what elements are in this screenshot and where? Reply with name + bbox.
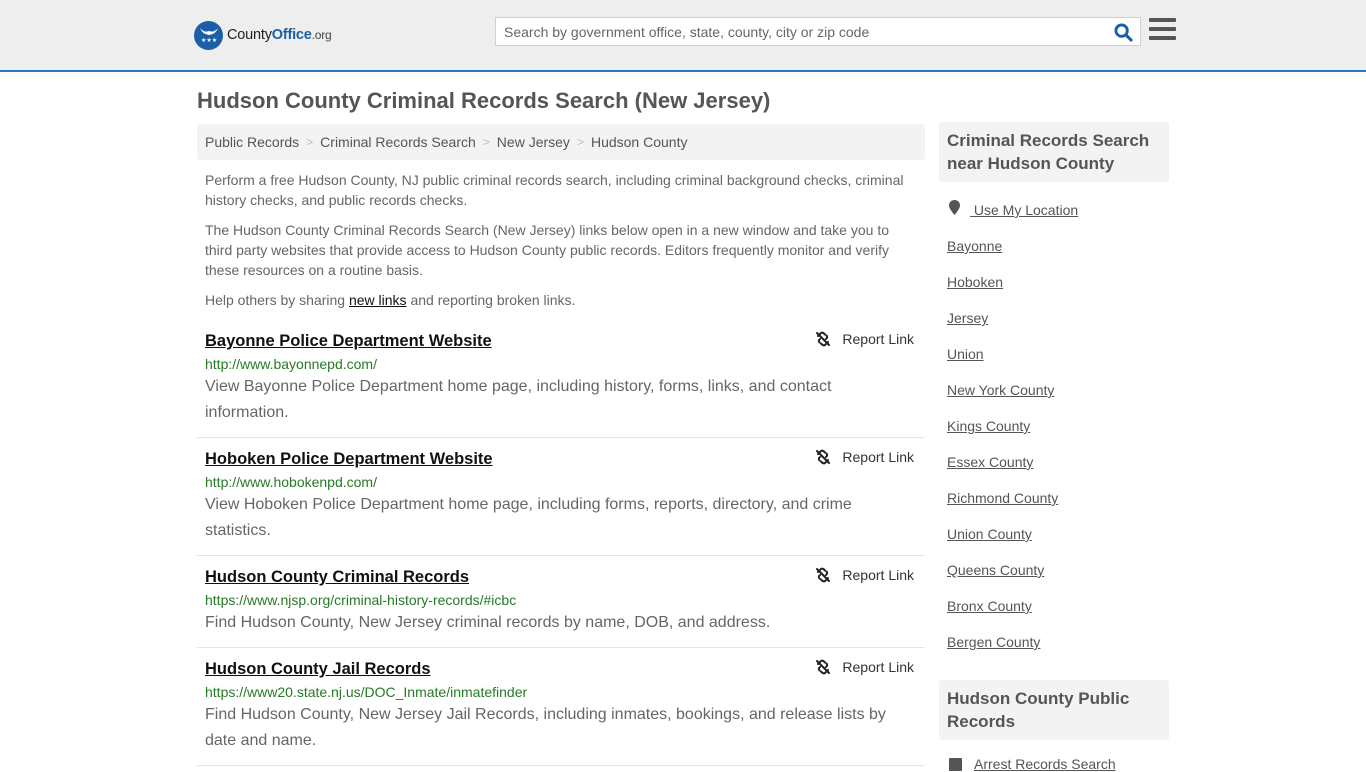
hamburger-menu-icon[interactable] — [1149, 18, 1176, 42]
intro-paragraph-1: Perform a free Hudson County, NJ public … — [205, 172, 904, 208]
nearby-link-hoboken[interactable]: Hoboken — [947, 272, 1167, 292]
broken-link-icon — [816, 449, 831, 465]
breadcrumb: Public Records > Criminal Records Search… — [197, 124, 925, 160]
breadcrumb-separator-icon: > — [482, 135, 490, 149]
site-logo[interactable]: ★★★ CountyOffice.org — [194, 20, 332, 50]
result-title-link[interactable]: Hudson County Criminal Records — [205, 566, 469, 588]
breadcrumb-new-jersey[interactable]: New Jersey — [497, 134, 570, 150]
broken-link-icon — [816, 331, 831, 347]
search-box — [495, 17, 1141, 46]
result-description: Find Hudson County, New Jersey criminal … — [205, 614, 771, 631]
report-link-button[interactable]: Report Link — [815, 331, 914, 347]
intro-paragraph-3: Help others by sharing new links and rep… — [205, 292, 576, 308]
result-item: Hoboken Police Department Website Report… — [197, 438, 925, 556]
results-list: Bayonne Police Department Website Report… — [197, 320, 925, 766]
result-description: View Bayonne Police Department home page… — [205, 378, 832, 421]
broken-link-icon — [816, 567, 831, 583]
result-description: View Hoboken Police Department home page… — [205, 496, 852, 539]
breadcrumb-hudson-county[interactable]: Hudson County — [591, 134, 688, 150]
report-link-button[interactable]: Report Link — [815, 567, 914, 583]
result-url[interactable]: https://www20.state.nj.us/DOC_Inmate/inm… — [205, 682, 917, 702]
nearby-link-bayonne[interactable]: Bayonne — [947, 236, 1167, 256]
result-url[interactable]: http://www.hobokenpd.com/ — [205, 472, 917, 492]
top-header: ★★★ CountyOffice.org — [0, 0, 1366, 72]
result-title-link[interactable]: Hoboken Police Department Website — [205, 448, 493, 470]
intro-text: Perform a free Hudson County, NJ public … — [205, 170, 917, 320]
nearby-link-kings-county[interactable]: Kings County — [947, 416, 1167, 436]
arrest-records-search-link[interactable]: Arrest Records Search — [947, 756, 1167, 772]
breadcrumb-public-records[interactable]: Public Records — [205, 134, 299, 150]
result-description: Find Hudson County, New Jersey Jail Reco… — [205, 706, 886, 749]
search-icon — [1113, 22, 1133, 42]
breadcrumb-separator-icon: > — [306, 135, 314, 149]
use-my-location-link[interactable]: Use My Location — [947, 200, 1167, 220]
report-link-button[interactable]: Report Link — [815, 449, 914, 465]
result-title-link[interactable]: Hudson County Jail Records — [205, 658, 431, 680]
result-item: Hudson County Jail Records Report Link h… — [197, 648, 925, 766]
svg-text:★★★: ★★★ — [201, 37, 217, 44]
nearby-link-union-county[interactable]: Union County — [947, 524, 1167, 544]
nearby-link-new-york-county[interactable]: New York County — [947, 380, 1167, 400]
nearby-link-essex-county[interactable]: Essex County — [947, 452, 1167, 472]
search-button[interactable] — [1112, 21, 1134, 43]
intro-paragraph-2: The Hudson County Criminal Records Searc… — [205, 222, 889, 278]
nearby-link-bergen-county[interactable]: Bergen County — [947, 632, 1167, 652]
new-links-link[interactable]: new links — [349, 292, 407, 308]
page-title: Hudson County Criminal Records Search (N… — [197, 88, 771, 113]
nearby-list: Use My Location Bayonne Hoboken Jersey U… — [947, 200, 1167, 668]
nearby-link-queens-county[interactable]: Queens County — [947, 560, 1167, 580]
public-records-heading: Hudson County Public Records — [939, 680, 1169, 740]
search-input[interactable] — [496, 18, 1106, 45]
result-item: Hudson County Criminal Records Report Li… — [197, 556, 925, 648]
nearby-link-richmond-county[interactable]: Richmond County — [947, 488, 1167, 508]
nearby-link-jersey[interactable]: Jersey — [947, 308, 1167, 328]
broken-link-icon — [816, 659, 831, 675]
breadcrumb-criminal-records-search[interactable]: Criminal Records Search — [320, 134, 476, 150]
result-title-link[interactable]: Bayonne Police Department Website — [205, 330, 492, 352]
result-item: Bayonne Police Department Website Report… — [197, 320, 925, 438]
record-category-icon — [949, 757, 962, 771]
nearby-heading: Criminal Records Search near Hudson Coun… — [939, 122, 1169, 182]
public-records-list: Arrest Records Search — [947, 756, 1167, 772]
result-url[interactable]: http://www.bayonnepd.com/ — [205, 354, 917, 374]
logo-text: CountyOffice.org — [227, 27, 332, 43]
map-marker-icon — [949, 200, 960, 215]
eagle-stars-logo-icon: ★★★ — [194, 20, 223, 50]
report-link-button[interactable]: Report Link — [815, 659, 914, 675]
result-url[interactable]: https://www.njsp.org/criminal-history-re… — [205, 590, 917, 610]
nearby-link-bronx-county[interactable]: Bronx County — [947, 596, 1167, 616]
nearby-link-union[interactable]: Union — [947, 344, 1167, 364]
breadcrumb-separator-icon: > — [576, 135, 584, 149]
